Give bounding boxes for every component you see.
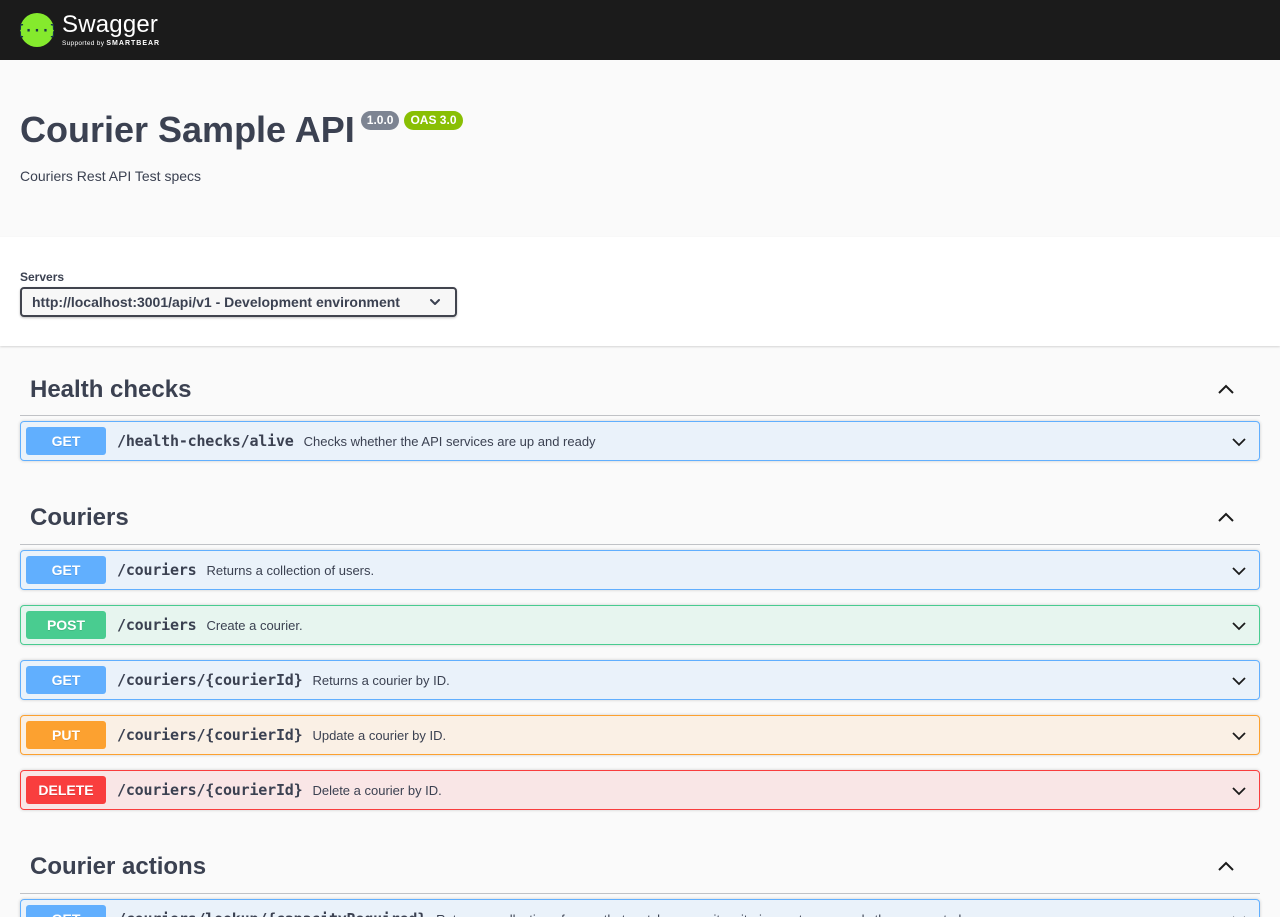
- operation-summary: Checks whether the API services are up a…: [303, 433, 596, 449]
- method-badge: GET: [26, 427, 106, 455]
- oas-badge: OAS 3.0: [404, 111, 463, 130]
- chevron-down-icon[interactable]: [1231, 912, 1247, 917]
- tag-section: Courier actions GET/couriers/lookup/{capa…: [20, 825, 1260, 917]
- operation-path: /couriers/lookup/{capacityRequired}: [117, 910, 426, 917]
- api-info: Courier Sample API 1.0.0 OAS 3.0 Courier…: [0, 60, 1280, 237]
- logo-name: Swagger: [62, 10, 159, 38]
- chevron-down-icon[interactable]: [1231, 728, 1247, 744]
- chevron-down-icon[interactable]: [1231, 434, 1247, 450]
- method-badge: GET: [26, 556, 106, 584]
- api-description: Couriers Rest API Test specs: [20, 168, 202, 184]
- operation-get[interactable]: GET/couriers/lookup/{capacityRequired} Re…: [20, 899, 1260, 917]
- operation-summary: Returns a courier by ID.: [312, 672, 450, 688]
- page-title: Courier Sample API: [20, 109, 355, 150]
- tag-title: Health checks: [30, 375, 192, 403]
- servers-section: Servers http://localhost:3001/api/v1 - D…: [0, 237, 1280, 346]
- swagger-logo[interactable]: {···} Swagger Supported by SMARTBEAR: [20, 10, 160, 48]
- method-badge: GET: [26, 666, 106, 694]
- operation-get[interactable]: GET/health-checks/alive Checks whether th…: [20, 421, 1260, 461]
- tag-header[interactable]: Health checks: [20, 346, 1260, 416]
- chevron-down-icon[interactable]: [1231, 563, 1247, 579]
- tag-section: Couriers GET/couriers Returns a collection…: [20, 476, 1260, 810]
- chevron-down-icon[interactable]: [1231, 783, 1247, 799]
- chevron-down-icon: [430, 299, 440, 305]
- operation-path: /couriers/{courierId}: [117, 726, 303, 744]
- server-select[interactable]: http://localhost:3001/api/v1 - Developme…: [20, 287, 457, 317]
- tag-header[interactable]: Couriers: [20, 476, 1260, 545]
- operation-summary: Update a courier by ID.: [312, 727, 447, 743]
- method-badge: GET: [26, 905, 106, 917]
- method-badge: PUT: [26, 721, 106, 749]
- operation-path: /couriers: [117, 561, 197, 579]
- operation-summary: Returns a collection of users.: [206, 562, 375, 578]
- logo-subtitle: Supported by SMARTBEAR: [62, 40, 160, 48]
- chevron-up-icon[interactable]: [1216, 857, 1236, 877]
- logo-supported: Supported by: [62, 39, 105, 47]
- operation-summary: Create a courier.: [206, 617, 303, 633]
- method-badge: POST: [26, 611, 106, 639]
- chevron-down-icon[interactable]: [1231, 673, 1247, 689]
- operation-get[interactable]: GET/couriers Returns a collection of user…: [20, 550, 1260, 590]
- svg-text:{···}: {···}: [20, 23, 54, 39]
- operation-post[interactable]: POST/couriers Create a courier.: [20, 605, 1260, 645]
- version-badge: 1.0.0: [360, 111, 400, 130]
- operation-summary: Delete a courier by ID.: [312, 782, 442, 798]
- tag-section: Health checks GET/health-checks/alive Chec…: [20, 346, 1260, 461]
- operation-path: /couriers: [117, 616, 197, 634]
- tag-title: Couriers: [30, 504, 129, 531]
- operation-get[interactable]: GET/couriers/{courierId} Returns a courie…: [20, 660, 1260, 700]
- topbar: {···} Swagger Supported by SMARTBEAR: [0, 0, 1280, 60]
- operation-path: /couriers/{courierId}: [117, 671, 303, 689]
- operation-path: /couriers/{courierId}: [117, 781, 303, 799]
- operation-path: /health-checks/alive: [117, 432, 294, 450]
- tag-header[interactable]: Courier actions: [20, 825, 1260, 894]
- operation-delete[interactable]: DELETE/couriers/{courierId} Delete a cour…: [20, 770, 1260, 810]
- method-badge: DELETE: [26, 776, 106, 804]
- tag-title: Courier actions: [30, 853, 207, 880]
- chevron-up-icon[interactable]: [1216, 380, 1236, 400]
- servers-label: Servers: [20, 270, 65, 284]
- operation-put[interactable]: PUT/couriers/{courierId} Update a courier…: [20, 715, 1260, 755]
- chevron-down-icon[interactable]: [1231, 618, 1247, 634]
- logo-brand: SMARTBEAR: [106, 39, 161, 47]
- operation-summary: Returns a collection of users that match…: [436, 912, 965, 917]
- swagger-braces-icon: {···}: [20, 13, 54, 47]
- operations-container: Health checks GET/health-checks/alive Chec…: [0, 346, 1280, 917]
- chevron-up-icon[interactable]: [1216, 508, 1236, 528]
- server-select-value: http://localhost:3001/api/v1 - Developme…: [32, 294, 400, 310]
